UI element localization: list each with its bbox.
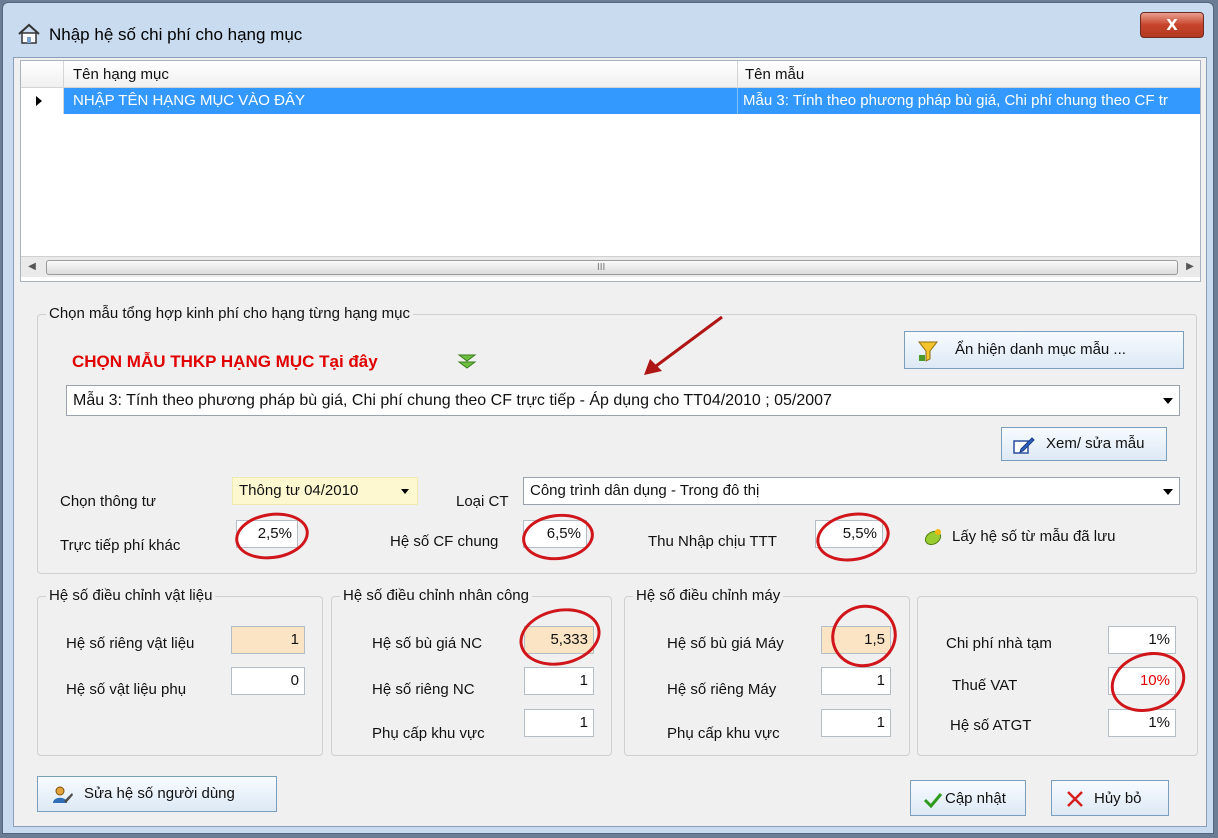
machine-area-allowance-label: Phụ cấp khu vực: [667, 725, 780, 742]
vat-label: Thuế VAT: [952, 677, 1018, 694]
cell-template-name[interactable]: Mẫu 3: Tính theo phương pháp bù giá, Chi…: [743, 92, 1168, 109]
edit-user-coefficients-label: Sửa hệ số người dùng: [84, 785, 235, 802]
close-button[interactable]: X: [1140, 12, 1204, 38]
scroll-left-icon[interactable]: ◀: [21, 257, 43, 277]
other-costs-group: Chi phí nhà tạm 1% Thuế VAT 10% Hệ số AT…: [917, 596, 1198, 756]
leaf-icon: [924, 529, 942, 546]
cell-item-name[interactable]: NHẬP TÊN HẠNG MỤC VÀO ĐÂY: [73, 92, 305, 109]
choose-template-label: CHỌN MẪU THKP HẠNG MỤC Tại đây: [72, 352, 378, 371]
x-icon: [1067, 791, 1083, 807]
cancel-button-label: Hủy bỏ: [1094, 790, 1142, 807]
template-group-title: Chọn mẫu tổng hợp kinh phí cho hạng từng…: [46, 305, 413, 322]
general-cost-label: Hệ số CF chung: [390, 533, 499, 550]
horizontal-scrollbar[interactable]: ◀ III ▶: [21, 256, 1200, 277]
machine-own-label: Hệ số riêng Máy: [667, 681, 777, 698]
row-indicator: [21, 88, 64, 114]
scroll-grip: III: [597, 262, 606, 273]
circular-select[interactable]: Thông tư 04/2010: [232, 477, 418, 505]
labor-area-allowance-label: Phụ cấp khu vực: [372, 725, 485, 742]
edit-template-button[interactable]: Xem/ sửa mẫu: [1001, 427, 1167, 461]
annotation-circle: [812, 506, 894, 568]
toggle-template-list-label: Ẩn hiện danh mục mẫu ...: [955, 341, 1126, 358]
labor-own-label: Hệ số riêng NC: [372, 681, 475, 698]
circular-label: Chọn thông tư: [60, 493, 156, 510]
machine-group-title: Hệ số điều chỉnh máy: [633, 587, 784, 604]
grid-header: Tên hạng mục Tên mẫu: [21, 61, 1200, 88]
annotation-circle: [514, 601, 606, 673]
title-bar: Nhập hệ số chi phí cho hạng mục X: [3, 3, 1213, 57]
template-select-value: Mẫu 3: Tính theo phương pháp bù giá, Chi…: [73, 392, 832, 409]
update-button-label: Cập nhật: [945, 790, 1006, 807]
template-select[interactable]: Mẫu 3: Tính theo phương pháp bù giá, Chi…: [66, 385, 1180, 416]
update-button[interactable]: Cập nhật: [910, 780, 1026, 816]
column-header-template-name[interactable]: Tên mẫu: [745, 66, 804, 83]
construction-type-select[interactable]: Công trình dân dụng - Trong đô thị: [523, 477, 1180, 505]
chevron-down-icon: [1163, 489, 1173, 495]
annotation-circle: [519, 510, 597, 564]
temporary-housing-input[interactable]: 1%: [1108, 626, 1176, 654]
items-grid[interactable]: Tên hạng mục Tên mẫu NHẬP TÊN HẠNG MỤC V…: [20, 60, 1201, 282]
machine-area-allowance-input[interactable]: 1: [821, 709, 891, 737]
edit-template-label: Xem/ sửa mẫu: [1046, 435, 1145, 452]
material-aux-label: Hệ số vật liệu phụ: [66, 681, 187, 698]
load-saved-coefficients-label: Lấy hệ số từ mẫu đã lưu: [952, 528, 1116, 545]
material-group: Hệ số điều chỉnh vật liệu Hệ số riêng vậ…: [37, 587, 323, 756]
chevron-down-icon: [401, 489, 409, 494]
annotation-circle: [232, 508, 312, 564]
client-area: Tên hạng mục Tên mẫu NHẬP TÊN HẠNG MỤC V…: [13, 57, 1207, 827]
traffic-safety-label: Hệ số ATGT: [950, 717, 1032, 734]
chevron-down-icon: [1163, 398, 1173, 404]
cancel-button[interactable]: Hủy bỏ: [1051, 780, 1169, 816]
material-own-input[interactable]: 1: [231, 626, 305, 654]
toggle-template-list-button[interactable]: Ẩn hiện danh mục mẫu ...: [904, 331, 1184, 369]
check-icon: [923, 793, 943, 809]
direct-other-label: Trực tiếp phí khác: [60, 537, 181, 554]
edit-user-coefficients-button[interactable]: Sửa hệ số người dùng: [37, 776, 277, 812]
annotation-circle: [822, 595, 906, 677]
temporary-housing-label: Chi phí nhà tạm: [946, 635, 1052, 652]
construction-type-label: Loại CT: [456, 493, 509, 510]
labor-compensation-label: Hệ số bù giá NC: [372, 635, 483, 652]
material-group-title: Hệ số điều chỉnh vật liệu: [46, 587, 216, 604]
material-aux-input[interactable]: 0: [231, 667, 305, 695]
double-down-arrow-icon[interactable]: [457, 353, 477, 371]
material-own-label: Hệ số riêng vật liệu: [66, 635, 195, 652]
traffic-safety-input[interactable]: 1%: [1108, 709, 1176, 737]
column-header-item-name[interactable]: Tên hạng mục: [73, 66, 169, 83]
scroll-thumb[interactable]: III: [46, 260, 1178, 275]
dialog-window: Nhập hệ số chi phí cho hạng mục X Tên hạ…: [2, 2, 1214, 834]
labor-group-title: Hệ số điều chỉnh nhân công: [340, 587, 532, 604]
window-title: Nhập hệ số chi phí cho hạng mục: [49, 25, 303, 44]
load-saved-coefficients-button[interactable]: Lấy hệ số từ mẫu đã lưu: [920, 525, 1160, 551]
red-arrow-annotation: [644, 315, 723, 375]
labor-own-input[interactable]: 1: [524, 667, 594, 695]
home-icon: [18, 23, 40, 44]
taxable-income-label: Thu Nhập chịu TTT: [648, 533, 777, 550]
scroll-right-icon[interactable]: ▶: [1179, 257, 1200, 277]
row-pointer-icon: [36, 96, 42, 106]
template-group: Chọn mẫu tổng hợp kinh phí cho hạng từng…: [37, 305, 1197, 574]
labor-area-allowance-input[interactable]: 1: [524, 709, 594, 737]
user-edit-icon: [53, 786, 73, 803]
edit-icon: [1013, 437, 1035, 454]
funnel-icon: [917, 341, 939, 362]
construction-type-value: Công trình dân dụng - Trong đô thị: [530, 482, 760, 499]
table-row[interactable]: NHẬP TÊN HẠNG MỤC VÀO ĐÂY Mẫu 3: Tính th…: [21, 88, 1200, 114]
labor-group: Hệ số điều chỉnh nhân công Hệ số bù giá …: [331, 587, 612, 756]
machine-own-input[interactable]: 1: [821, 667, 891, 695]
circular-select-value: Thông tư 04/2010: [239, 482, 359, 499]
machine-compensation-label: Hệ số bù giá Máy: [667, 635, 784, 652]
machine-group: Hệ số điều chỉnh máy Hệ số bù giá Máy 1,…: [624, 587, 910, 756]
